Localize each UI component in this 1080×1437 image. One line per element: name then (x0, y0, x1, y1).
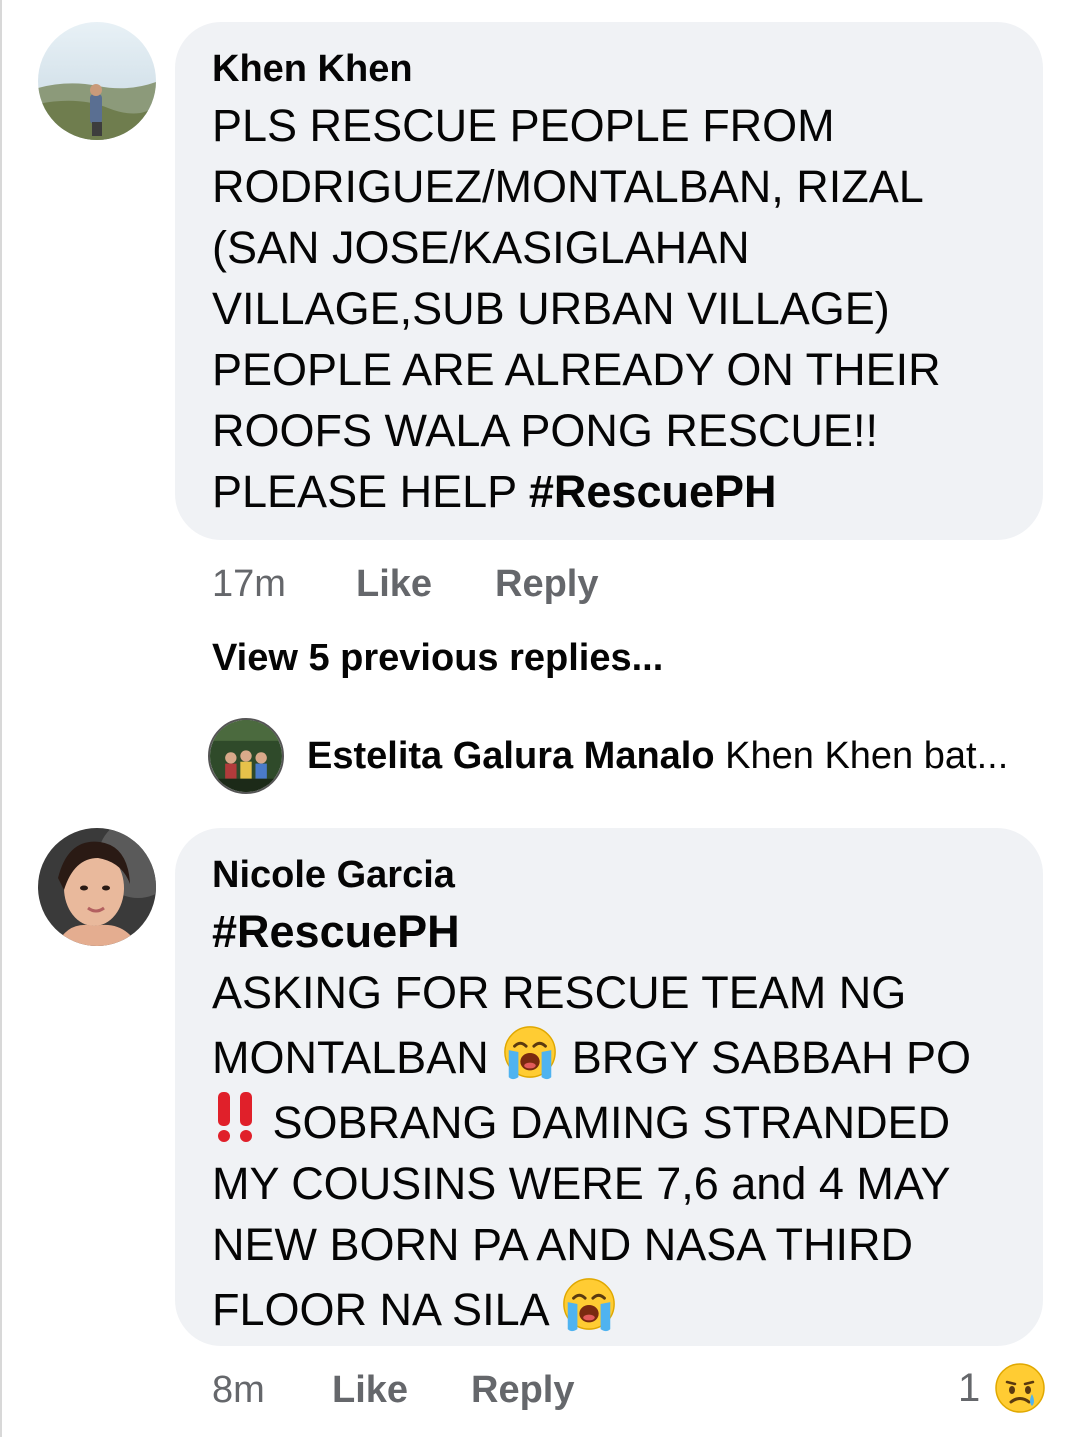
comment-body: #RescuePH ASKING FOR RESCUE TEAM NG MONT… (212, 901, 1043, 1340)
comment-line: MY COUSINS WERE 7,6 and 4 MAY (212, 1158, 951, 1209)
comment-line: NEW BORN PA AND NASA THIRD (212, 1219, 913, 1270)
comment-timestamp[interactable]: 8m (212, 1368, 265, 1412)
reply-text: Estelita Galura Manalo Khen Khen bat... (307, 734, 1008, 778)
loudly-crying-face-icon (560, 1275, 618, 1333)
comment-actions: 17m Like Reply (212, 562, 712, 606)
comment-line: PEOPLE ARE ALREADY ON THEIR (212, 344, 941, 395)
comment-bubble: Khen Khen PLS RESCUE PEOPLE FROM RODRIGU… (175, 22, 1043, 540)
comment-line: MONTALBAN BRGY SABBAH PO (212, 1023, 1043, 1088)
hashtag-link[interactable]: #RescuePH (212, 901, 1043, 962)
like-button[interactable]: Like (332, 1368, 408, 1412)
comment-bubble: Nicole Garcia #RescuePH ASKING FOR RESCU… (175, 828, 1043, 1346)
comment-timestamp[interactable]: 17m (212, 562, 286, 606)
comment-actions: 8m Like Reply (212, 1368, 712, 1412)
view-previous-replies-link[interactable]: View 5 previous replies... (212, 636, 663, 680)
comment-text: FLOOR NA SILA (212, 1284, 560, 1335)
double-exclamation-icon (212, 1088, 260, 1144)
comment-author[interactable]: Nicole Garcia (212, 853, 1043, 897)
sad-face-icon[interactable] (994, 1362, 1046, 1414)
reply-button[interactable]: Reply (495, 562, 598, 606)
comment-text: SOBRANG DAMING STRANDED (260, 1097, 951, 1148)
comment-author[interactable]: Khen Khen (212, 47, 1043, 91)
avatar[interactable] (38, 828, 156, 946)
comment-line: (SAN JOSE/KASIGLAHAN (212, 222, 750, 273)
comment-line: ROOFS WALA PONG RESCUE!! (212, 405, 878, 456)
comment-line: RODRIGUEZ/MONTALBAN, RIZAL (212, 161, 924, 212)
comment-line: VILLAGE,SUB URBAN VILLAGE) (212, 283, 890, 334)
avatar[interactable] (208, 718, 284, 794)
comment-line: SOBRANG DAMING STRANDED (212, 1088, 1043, 1153)
profile-photo-group-icon (210, 720, 282, 792)
latest-reply-preview[interactable]: Estelita Galura Manalo Khen Khen bat... (208, 718, 1048, 794)
comment-body: PLS RESCUE PEOPLE FROM RODRIGUEZ/MONTALB… (212, 95, 1043, 522)
reaction-count[interactable]: 1 (958, 1366, 980, 1410)
like-button[interactable]: Like (356, 562, 432, 606)
comment-line: FLOOR NA SILA (212, 1275, 1043, 1340)
comment-text: BRGY SABBAH PO (559, 1032, 972, 1083)
profile-photo-landscape-icon (38, 22, 156, 140)
loudly-crying-face-icon (501, 1023, 559, 1081)
reply-author[interactable]: Estelita Galura Manalo (307, 735, 715, 777)
reply-button[interactable]: Reply (471, 1368, 574, 1412)
avatar[interactable] (38, 22, 156, 140)
reply-snippet: Khen Khen bat... (725, 735, 1009, 777)
comment-line: PLEASE HELP #RescuePH (212, 461, 1043, 522)
comment-text: PLEASE HELP (212, 466, 529, 517)
profile-photo-portrait-icon (38, 828, 156, 946)
comment-line: ASKING FOR RESCUE TEAM NG (212, 967, 907, 1018)
screen-edge (0, 0, 2, 1437)
hashtag-link[interactable]: #RescuePH (529, 466, 777, 517)
comment-line: PLS RESCUE PEOPLE FROM (212, 100, 835, 151)
comment-text: MONTALBAN (212, 1032, 502, 1083)
